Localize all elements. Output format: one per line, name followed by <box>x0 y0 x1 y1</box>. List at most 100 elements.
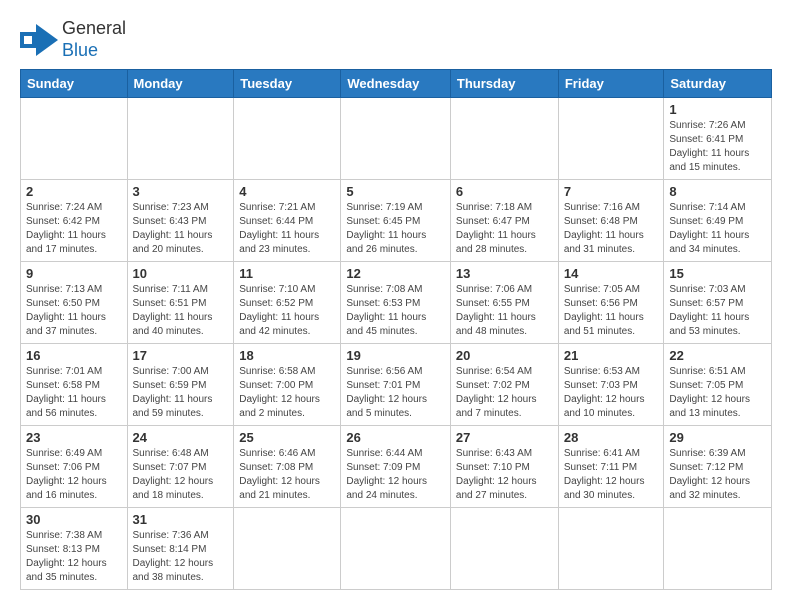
week-row-1: 1 Sunrise: 7:26 AM Sunset: 6:41 PM Daylig… <box>21 98 772 180</box>
day-number: 6 <box>456 184 553 199</box>
weekday-header-monday: Monday <box>127 70 234 98</box>
logo: GeneralBlue <box>20 18 126 61</box>
day-info: Sunrise: 6:46 AM Sunset: 7:08 PM Dayligh… <box>239 447 335 503</box>
day-info: Sunrise: 7:00 AM Sunset: 6:59 PM Dayligh… <box>133 365 229 421</box>
day-info: Sunrise: 6:43 AM Sunset: 7:10 PM Dayligh… <box>456 447 553 503</box>
calendar-cell: 19 Sunrise: 6:56 AM Sunset: 7:01 PM Dayli… <box>341 344 451 426</box>
calendar-cell: 10Sunrise: 7:11 AM Sunset: 6:51 PM Dayli… <box>127 262 234 344</box>
day-info: Sunrise: 7:13 AM Sunset: 6:50 PM Dayligh… <box>26 283 122 339</box>
day-info: Sunrise: 6:51 AM Sunset: 7:05 PM Dayligh… <box>669 365 766 421</box>
day-info: Sunrise: 6:53 AM Sunset: 7:03 PM Dayligh… <box>564 365 659 421</box>
day-number: 31 <box>133 512 229 527</box>
weekday-header-sunday: Sunday <box>21 70 128 98</box>
day-number: 17 <box>133 348 229 363</box>
day-info: Sunrise: 6:48 AM Sunset: 7:07 PM Dayligh… <box>133 447 229 503</box>
calendar-cell: 6 Sunrise: 7:18 AM Sunset: 6:47 PM Daylig… <box>450 180 558 262</box>
day-info: Sunrise: 6:49 AM Sunset: 7:06 PM Dayligh… <box>26 447 122 503</box>
day-info: Sunrise: 6:58 AM Sunset: 7:00 PM Dayligh… <box>239 365 335 421</box>
day-number: 24 <box>133 430 229 445</box>
calendar-cell <box>664 508 772 590</box>
calendar-cell <box>341 508 451 590</box>
day-number: 30 <box>26 512 122 527</box>
calendar-cell <box>234 98 341 180</box>
calendar-cell: 25 Sunrise: 6:46 AM Sunset: 7:08 PM Dayli… <box>234 426 341 508</box>
day-number: 2 <box>26 184 122 199</box>
calendar: SundayMondayTuesdayWednesdayThursdayFrid… <box>20 69 772 590</box>
calendar-cell: 1 Sunrise: 7:26 AM Sunset: 6:41 PM Daylig… <box>664 98 772 180</box>
day-info: Sunrise: 7:16 AM Sunset: 6:48 PM Dayligh… <box>564 201 659 257</box>
day-info: Sunrise: 7:24 AM Sunset: 6:42 PM Dayligh… <box>26 201 122 257</box>
calendar-cell: 12 Sunrise: 7:08 AM Sunset: 6:53 PM Dayli… <box>341 262 451 344</box>
day-info: Sunrise: 7:01 AM Sunset: 6:58 PM Dayligh… <box>26 365 122 421</box>
weekday-header-thursday: Thursday <box>450 70 558 98</box>
calendar-cell: 7 Sunrise: 7:16 AM Sunset: 6:48 PM Daylig… <box>558 180 664 262</box>
day-info: Sunrise: 7:18 AM Sunset: 6:47 PM Dayligh… <box>456 201 553 257</box>
day-info: Sunrise: 7:38 AM Sunset: 8:13 PM Dayligh… <box>26 529 122 585</box>
calendar-cell: 29Sunrise: 6:39 AM Sunset: 7:12 PM Dayli… <box>664 426 772 508</box>
calendar-cell: 23 Sunrise: 6:49 AM Sunset: 7:06 PM Dayli… <box>21 426 128 508</box>
day-info: Sunrise: 6:44 AM Sunset: 7:09 PM Dayligh… <box>346 447 445 503</box>
day-info: Sunrise: 6:41 AM Sunset: 7:11 PM Dayligh… <box>564 447 659 503</box>
weekday-header-tuesday: Tuesday <box>234 70 341 98</box>
day-number: 8 <box>669 184 766 199</box>
week-row-3: 9 Sunrise: 7:13 AM Sunset: 6:50 PM Daylig… <box>21 262 772 344</box>
day-info: Sunrise: 7:23 AM Sunset: 6:43 PM Dayligh… <box>133 201 229 257</box>
day-info: Sunrise: 7:14 AM Sunset: 6:49 PM Dayligh… <box>669 201 766 257</box>
calendar-cell: 21 Sunrise: 6:53 AM Sunset: 7:03 PM Dayli… <box>558 344 664 426</box>
day-info: Sunrise: 7:21 AM Sunset: 6:44 PM Dayligh… <box>239 201 335 257</box>
day-number: 1 <box>669 102 766 117</box>
day-number: 22 <box>669 348 766 363</box>
calendar-cell: 22 Sunrise: 6:51 AM Sunset: 7:05 PM Dayli… <box>664 344 772 426</box>
day-info: Sunrise: 7:19 AM Sunset: 6:45 PM Dayligh… <box>346 201 445 257</box>
day-number: 4 <box>239 184 335 199</box>
weekday-header-wednesday: Wednesday <box>341 70 451 98</box>
week-row-6: 30 Sunrise: 7:38 AM Sunset: 8:13 PM Dayli… <box>21 508 772 590</box>
day-number: 7 <box>564 184 659 199</box>
header: GeneralBlue <box>20 18 772 61</box>
day-info: Sunrise: 6:56 AM Sunset: 7:01 PM Dayligh… <box>346 365 445 421</box>
day-number: 23 <box>26 430 122 445</box>
weekday-header-saturday: Saturday <box>664 70 772 98</box>
calendar-cell: 17 Sunrise: 7:00 AM Sunset: 6:59 PM Dayli… <box>127 344 234 426</box>
calendar-cell: 30 Sunrise: 7:38 AM Sunset: 8:13 PM Dayli… <box>21 508 128 590</box>
calendar-cell <box>558 98 664 180</box>
day-info: Sunrise: 7:08 AM Sunset: 6:53 PM Dayligh… <box>346 283 445 339</box>
day-number: 19 <box>346 348 445 363</box>
day-number: 18 <box>239 348 335 363</box>
day-info: Sunrise: 7:36 AM Sunset: 8:14 PM Dayligh… <box>133 529 229 585</box>
weekday-header-row: SundayMondayTuesdayWednesdayThursdayFrid… <box>21 70 772 98</box>
calendar-cell: 31 Sunrise: 7:36 AM Sunset: 8:14 PM Dayli… <box>127 508 234 590</box>
day-number: 12 <box>346 266 445 281</box>
day-number: 21 <box>564 348 659 363</box>
day-info: Sunrise: 7:26 AM Sunset: 6:41 PM Dayligh… <box>669 119 766 175</box>
week-row-5: 23 Sunrise: 6:49 AM Sunset: 7:06 PM Dayli… <box>21 426 772 508</box>
calendar-cell <box>127 98 234 180</box>
calendar-cell <box>450 508 558 590</box>
day-number: 5 <box>346 184 445 199</box>
calendar-cell <box>450 98 558 180</box>
logo-icon <box>20 24 58 56</box>
day-number: 3 <box>133 184 229 199</box>
day-number: 25 <box>239 430 335 445</box>
calendar-cell <box>341 98 451 180</box>
day-info: Sunrise: 6:39 AM Sunset: 7:12 PM Dayligh… <box>669 447 766 503</box>
day-number: 26 <box>346 430 445 445</box>
day-number: 9 <box>26 266 122 281</box>
calendar-cell: 26 Sunrise: 6:44 AM Sunset: 7:09 PM Dayli… <box>341 426 451 508</box>
day-number: 27 <box>456 430 553 445</box>
calendar-cell: 20Sunrise: 6:54 AM Sunset: 7:02 PM Dayli… <box>450 344 558 426</box>
calendar-cell: 11Sunrise: 7:10 AM Sunset: 6:52 PM Dayli… <box>234 262 341 344</box>
calendar-cell <box>21 98 128 180</box>
day-number: 28 <box>564 430 659 445</box>
day-number: 11 <box>239 266 335 281</box>
day-info: Sunrise: 7:06 AM Sunset: 6:55 PM Dayligh… <box>456 283 553 339</box>
calendar-cell <box>234 508 341 590</box>
day-number: 14 <box>564 266 659 281</box>
calendar-cell: 15Sunrise: 7:03 AM Sunset: 6:57 PM Dayli… <box>664 262 772 344</box>
day-info: Sunrise: 7:05 AM Sunset: 6:56 PM Dayligh… <box>564 283 659 339</box>
week-row-4: 16 Sunrise: 7:01 AM Sunset: 6:58 PM Dayli… <box>21 344 772 426</box>
day-number: 13 <box>456 266 553 281</box>
day-number: 16 <box>26 348 122 363</box>
calendar-cell: 13 Sunrise: 7:06 AM Sunset: 6:55 PM Dayli… <box>450 262 558 344</box>
calendar-cell: 2 Sunrise: 7:24 AM Sunset: 6:42 PM Daylig… <box>21 180 128 262</box>
